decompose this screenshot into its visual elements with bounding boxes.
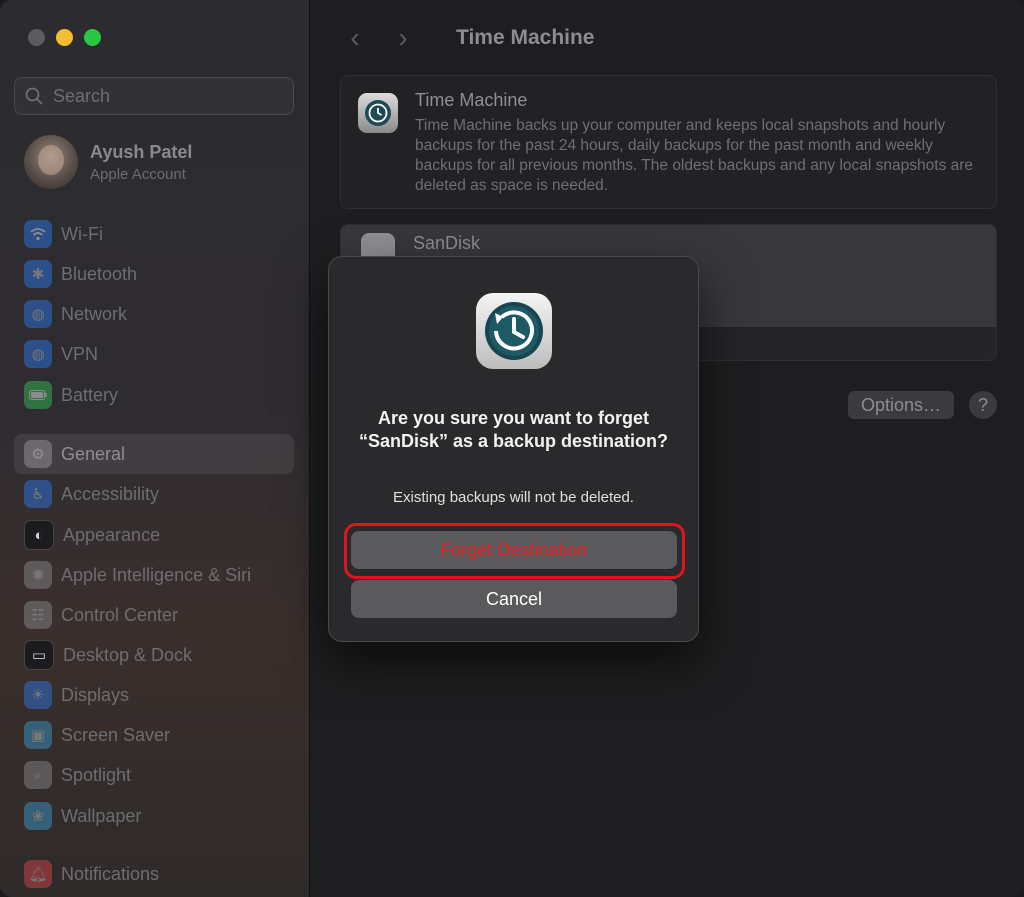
battery-icon — [24, 381, 52, 409]
sun-icon: ☀ — [24, 681, 52, 709]
maximize-window-button[interactable] — [84, 29, 101, 46]
time-machine-icon — [476, 293, 552, 369]
accessibility-icon: ♿ — [24, 480, 52, 508]
sidebar-item-notifications[interactable]: 🔔︎ Notifications — [14, 854, 294, 894]
sidebar-item-spotlight[interactable]: ⌕ Spotlight — [14, 755, 294, 795]
network-globe-icon: ◍ — [24, 300, 52, 328]
sidebar-item-accessibility[interactable]: ♿ Accessibility — [14, 474, 294, 514]
sidebar-item-label: General — [61, 443, 126, 464]
sidebar-item-apple-intelligence-siri[interactable]: ✺ Apple Intelligence & Siri — [14, 555, 294, 595]
screen-saver-icon: ▣ — [24, 721, 52, 749]
sidebar-item-label: Bluetooth — [61, 263, 138, 284]
sidebar-item-label: Displays — [61, 684, 130, 705]
close-window-button[interactable] — [28, 29, 45, 46]
sidebar-item-battery[interactable]: Battery — [14, 375, 294, 415]
sidebar-item-appearance[interactable]: ◐ Appearance — [14, 515, 294, 555]
time-machine-icon — [358, 93, 398, 133]
window-controls — [28, 29, 101, 46]
search-icon — [25, 87, 43, 105]
avatar — [24, 135, 78, 189]
sidebar-item-displays[interactable]: ☀ Displays — [14, 675, 294, 715]
flower-icon: ❀ — [24, 802, 52, 830]
sidebar-item-label: Screen Saver — [61, 724, 171, 745]
sidebar-item-label: Wi-Fi — [61, 223, 103, 244]
disk-name: SanDisk — [413, 233, 481, 253]
account-subtitle: Apple Account — [90, 165, 186, 183]
gear-icon: ⚙ — [24, 440, 52, 468]
forget-destination-button[interactable]: Forget Destination — [351, 531, 677, 569]
minimize-window-button[interactable] — [56, 29, 73, 46]
sidebar-item-bluetooth[interactable]: ✱ Bluetooth — [14, 254, 294, 294]
search-input[interactable] — [51, 84, 275, 108]
sidebar-item-label: Notifications — [61, 863, 160, 884]
forward-button[interactable]: › — [388, 22, 418, 54]
bluetooth-icon: ✱ — [24, 260, 52, 288]
vpn-globe-icon: ◍ — [24, 340, 52, 368]
sidebar-item-label: VPN — [61, 343, 99, 364]
sidebar-item-general[interactable]: ⚙ General — [14, 434, 294, 474]
sidebar-item-desktop-dock[interactable]: ▭ Desktop & Dock — [14, 635, 294, 675]
sidebar-item-label: Wallpaper — [61, 805, 142, 826]
sidebar-item-screen-saver[interactable]: ▣ Screen Saver — [14, 715, 294, 755]
control-center-icon: ☷ — [24, 601, 52, 629]
account-name: Ayush Patel — [90, 141, 193, 162]
options-button[interactable]: Options… — [848, 391, 954, 419]
apple-account[interactable]: Ayush Patel Apple Account — [24, 135, 192, 189]
sidebar-item-label: Battery — [61, 384, 119, 405]
wifi-icon — [24, 220, 52, 248]
appearance-icon: ◐ — [24, 520, 54, 550]
sidebar-item-wifi[interactable]: Wi-Fi — [14, 214, 294, 254]
magnifier-icon: ⌕ — [24, 761, 52, 789]
dialog-message: Existing backups will not be deleted. — [393, 489, 634, 506]
sidebar-item-label: Accessibility — [61, 483, 160, 504]
info-title: Time Machine — [415, 90, 528, 110]
cancel-button[interactable]: Cancel — [351, 580, 677, 618]
dialog-title: Are you sure you want to forget “SanDisk… — [358, 408, 669, 451]
sidebar: Ayush Patel Apple Account Wi-Fi ✱ Blueto… — [0, 0, 310, 897]
sidebar-item-network[interactable]: ◍ Network — [14, 294, 294, 334]
search-box[interactable] — [14, 77, 294, 115]
settings-window: Ayush Patel Apple Account Wi-Fi ✱ Blueto… — [0, 0, 1024, 897]
sidebar-item-label: Desktop & Dock — [63, 644, 193, 665]
time-machine-info-card: Time Machine Time Machine backs up your … — [340, 75, 997, 209]
bell-icon: 🔔︎ — [24, 860, 52, 888]
back-button[interactable]: ‹ — [340, 22, 370, 54]
sidebar-item-label: Spotlight — [61, 764, 132, 785]
sidebar-item-label: Appearance — [63, 524, 161, 545]
page-title: Time Machine — [456, 26, 595, 49]
dock-icon: ▭ — [24, 640, 54, 670]
info-description: Time Machine backs up your computer and … — [415, 117, 974, 194]
sidebar-item-wallpaper[interactable]: ❀ Wallpaper — [14, 796, 294, 836]
siri-icon: ✺ — [24, 561, 52, 589]
toolbar: ‹ › Time Machine — [340, 22, 595, 54]
sidebar-item-label: Control Center — [61, 604, 179, 625]
sidebar-item-vpn[interactable]: ◍ VPN — [14, 334, 294, 374]
sidebar-item-label: Apple Intelligence & Siri — [61, 564, 252, 585]
sidebar-item-control-center[interactable]: ☷ Control Center — [14, 595, 294, 635]
help-button[interactable]: ? — [969, 391, 997, 419]
sidebar-item-label: Network — [61, 303, 128, 324]
